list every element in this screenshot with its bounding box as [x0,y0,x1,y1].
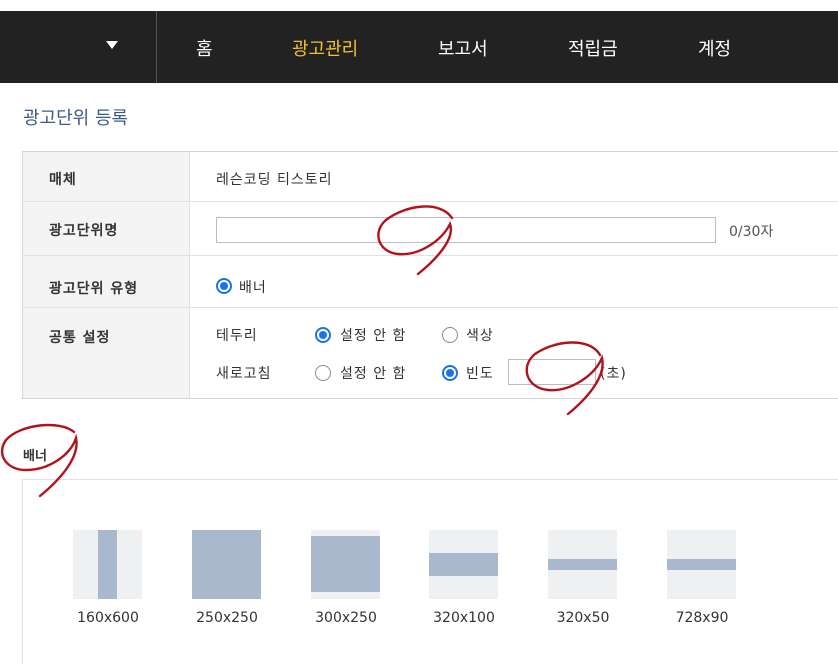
nav-item-reports[interactable]: 보고서 [438,35,488,61]
nav-divider [156,11,157,83]
nav-item-account[interactable]: 계정 [698,35,731,61]
section-border-left [22,480,23,664]
form-row-unit-name: 광고단위명 0/30자 [22,202,838,256]
refresh-none-radio[interactable] [315,365,331,381]
nav-item-ad-management[interactable]: 광고관리 [292,35,358,61]
common-settings-label: 공통 설정 [49,330,111,346]
banner-section-title: 배너 [23,449,47,464]
page-title: 광고단위 등록 [23,108,129,129]
form-row-unit-type: 광고단위 유형 배너 [22,256,838,308]
form-row-media: 매체 레슨코딩 티스토리 [22,152,838,202]
refresh-frequency-label[interactable]: 빈도 [466,363,494,383]
refresh-none-label[interactable]: 설정 안 함 [340,363,406,383]
border-label: 테두리 [216,328,258,344]
unit-type-banner-label[interactable]: 배너 [239,277,267,297]
banner-size-728x90-thumb[interactable] [667,530,736,599]
banner-shape [667,559,736,570]
banner-size-label[interactable]: 728x90 [657,610,747,626]
dropdown-arrow-icon[interactable] [106,41,118,49]
unit-name-counter: 0/30자 [729,224,774,240]
banner-shape [98,530,117,599]
refresh-frequency-input[interactable] [508,359,596,385]
banner-shape [192,530,261,599]
banner-size-320x100-thumb[interactable] [429,530,498,599]
media-label: 매체 [49,172,77,188]
banner-size-label[interactable]: 300x250 [301,610,391,626]
refresh-label: 새로고침 [216,366,272,382]
border-color-label[interactable]: 색상 [466,325,494,345]
banner-size-label[interactable]: 320x50 [538,610,628,626]
form-row-common-settings: 공통 설정 테두리 설정 안 함 색상 새로고침 설정 안 함 빈도 (초) [22,308,838,399]
nav-item-points[interactable]: 적립금 [568,35,618,61]
unit-type-label: 광고단위 유형 [49,281,139,297]
section-divider [22,479,838,480]
banner-size-label[interactable]: 320x100 [419,610,509,626]
banner-size-label[interactable]: 160x600 [63,610,153,626]
banner-shape [429,553,498,576]
border-none-radio[interactable] [315,327,331,343]
media-value: 레슨코딩 티스토리 [216,172,333,188]
banner-shape [311,536,380,592]
unit-type-banner-radio[interactable] [216,278,232,294]
border-none-label[interactable]: 설정 안 함 [340,325,406,345]
banner-size-250x250-thumb[interactable] [192,530,261,599]
border-color-radio[interactable] [442,327,458,343]
refresh-unit-label: (초) [600,366,627,382]
banner-shape [548,559,617,570]
banner-size-320x50-thumb[interactable] [548,530,617,599]
banner-size-300x250-thumb[interactable] [311,530,380,599]
top-nav-bar: 홈 광고관리 보고서 적립금 계정 [0,11,838,83]
unit-name-label: 광고단위명 [49,223,119,239]
refresh-frequency-radio[interactable] [442,365,458,381]
banner-size-160x600-thumb[interactable] [73,530,142,599]
banner-size-label[interactable]: 250x250 [182,610,272,626]
ad-unit-form: 매체 레슨코딩 티스토리 광고단위명 0/30자 광고단위 유형 배너 공통 설… [22,151,838,399]
unit-name-input[interactable] [216,217,716,243]
nav-item-home[interactable]: 홈 [196,35,213,61]
